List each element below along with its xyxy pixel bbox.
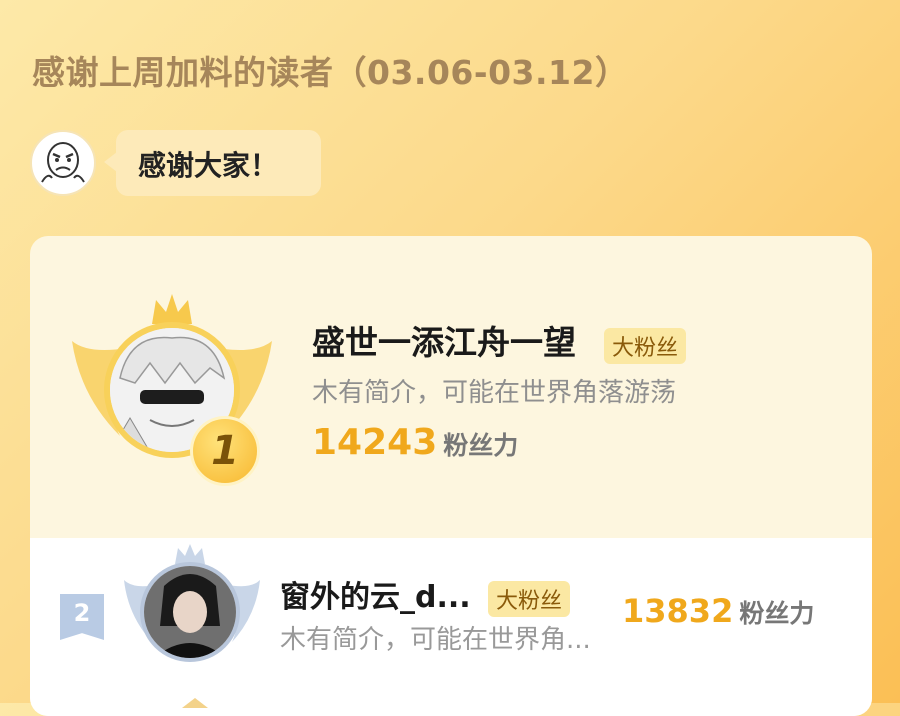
fan-score-unit: 粉丝力: [739, 599, 815, 628]
rank-2-badge: 2: [60, 594, 104, 640]
fan-score-value: 13832: [622, 592, 734, 630]
avatar-image: [144, 566, 236, 658]
rank-1-badge: 1: [190, 416, 260, 486]
user-description: 木有简介，可能在世界角落游荡: [312, 378, 677, 408]
fan-score-unit: 粉丝力: [443, 431, 519, 460]
fan-score: 13832 粉丝力: [622, 592, 814, 630]
thanks-text: 感谢大家！: [138, 149, 279, 182]
rank-1-row[interactable]: 1 盛世一添江舟一望 大粉丝 木有简介，可能在世界角落游荡 14243 粉丝力: [30, 236, 872, 538]
user-description: 木有简介，可能在世界角...: [280, 625, 591, 655]
user-name[interactable]: 盛世一添江舟一望: [312, 316, 576, 364]
fan-score: 14243 粉丝力: [312, 422, 518, 463]
fan-tag: 大粉丝: [604, 328, 687, 364]
mascot-avatar: [30, 130, 96, 196]
crown-icon: [182, 698, 208, 708]
page-title: 感谢上周加料的读者（03.06-03.12）: [32, 53, 629, 92]
fan-score-value: 14243: [312, 422, 438, 463]
fan-tag: 大粉丝: [488, 581, 571, 617]
user-name[interactable]: 窗外的云_d...: [280, 572, 471, 616]
ranking-card: 1 盛世一添江舟一望 大粉丝 木有简介，可能在世界角落游荡 14243 粉丝力 2…: [30, 236, 872, 716]
thanks-bubble: 感谢大家！: [104, 130, 321, 196]
user-avatar[interactable]: [140, 562, 240, 662]
crown-icon: [152, 294, 192, 324]
cartoon-face-icon: [41, 142, 85, 183]
